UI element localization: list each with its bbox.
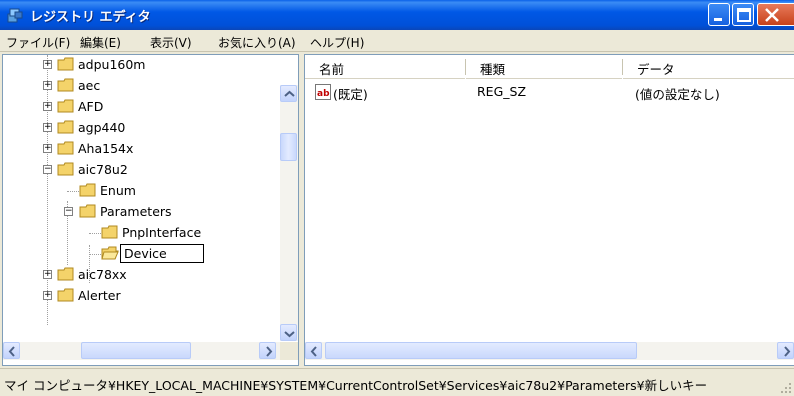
tree-item-aha154x[interactable]: + Aha154x xyxy=(3,139,273,159)
svg-text:ab: ab xyxy=(317,89,330,99)
menu-bar: ファイル(F) 編集(E) 表示(V) お気に入り(A) ヘルプ(H) xyxy=(0,30,794,52)
tree-item-pnpinterface[interactable]: PnpInterface xyxy=(3,223,273,243)
key-tree-pane[interactable]: + adpu160m + aec + AFD + agp440 + Aha154… xyxy=(2,54,299,366)
tree-item-label: AFD xyxy=(78,99,104,114)
status-path: マイ コンピュータ¥HKEY_LOCAL_MACHINE¥SYSTEM¥Curr… xyxy=(4,378,708,393)
chevron-right-icon xyxy=(784,346,791,357)
maximize-button[interactable] xyxy=(732,3,754,26)
folder-icon xyxy=(79,183,96,197)
close-icon xyxy=(765,8,779,22)
expand-icon[interactable]: + xyxy=(43,144,52,153)
folder-icon xyxy=(57,57,74,71)
folder-icon xyxy=(57,162,74,176)
tree-item-label: Aha154x xyxy=(78,141,134,156)
rename-key-input[interactable] xyxy=(120,244,204,263)
column-header-label: 名前 xyxy=(319,62,345,77)
string-value-icon: ab xyxy=(315,84,331,100)
column-header-label: データ xyxy=(637,62,675,77)
scroll-left-button[interactable] xyxy=(3,342,20,359)
tree-item-enum[interactable]: Enum xyxy=(3,181,273,201)
scroll-right-button[interactable] xyxy=(777,342,794,359)
tree-item-label: aec xyxy=(78,78,101,93)
tree-horizontal-scrollbar[interactable] xyxy=(3,342,298,360)
open-folder-icon xyxy=(101,246,119,260)
horizontal-scroll-thumb[interactable] xyxy=(325,342,637,359)
tree-line xyxy=(89,233,101,234)
tree-item-aic78xx[interactable]: + aic78xx xyxy=(3,265,273,285)
tree-item-label: aic78u2 xyxy=(78,162,128,177)
tree-line xyxy=(89,254,101,255)
value-name: (既定) xyxy=(333,87,368,102)
scroll-right-button[interactable] xyxy=(259,342,276,359)
column-header-data[interactable]: データ xyxy=(623,55,794,79)
folder-icon xyxy=(57,99,74,113)
tree-item-label: agp440 xyxy=(78,120,126,135)
horizontal-scroll-thumb[interactable] xyxy=(81,342,191,359)
expand-icon[interactable]: + xyxy=(43,123,52,132)
folder-icon xyxy=(57,78,74,92)
folder-icon xyxy=(79,204,96,218)
collapse-icon[interactable]: − xyxy=(64,207,73,216)
value-data: (値の設定なし) xyxy=(635,87,720,102)
values-list-pane[interactable]: 名前 種類 データ ab (既定) REG_SZ (値の設定なし) xyxy=(304,54,794,366)
maximize-icon xyxy=(737,8,751,22)
expand-icon[interactable]: + xyxy=(43,291,52,300)
window-title: レジストリ エディタ xyxy=(30,10,151,25)
scroll-up-button[interactable] xyxy=(280,85,297,102)
folder-icon xyxy=(57,141,74,155)
tree-item-alerter[interactable]: + Alerter xyxy=(3,286,273,306)
tree-item-label: adpu160m xyxy=(78,57,146,72)
title-bar[interactable]: レジストリ エディタ xyxy=(0,0,794,30)
tree-item-adpu160m[interactable]: + adpu160m xyxy=(3,55,273,75)
collapse-icon[interactable]: − xyxy=(43,165,52,174)
menu-edit[interactable]: 編集(E) xyxy=(80,34,121,51)
tree-vertical-scrollbar[interactable] xyxy=(280,85,298,341)
expand-icon[interactable]: + xyxy=(43,102,52,111)
regedit-icon xyxy=(7,8,23,23)
minimize-button[interactable] xyxy=(708,3,730,26)
expand-icon[interactable]: + xyxy=(43,270,52,279)
tree-item-aic78u2[interactable]: − aic78u2 xyxy=(3,160,273,180)
expand-icon[interactable]: + xyxy=(43,60,52,69)
folder-icon xyxy=(57,288,74,302)
minimize-icon xyxy=(714,18,722,21)
list-horizontal-scrollbar[interactable] xyxy=(305,342,794,360)
scroll-down-button[interactable] xyxy=(280,324,297,341)
status-bar: マイ コンピュータ¥HKEY_LOCAL_MACHINE¥SYSTEM¥Curr… xyxy=(0,368,794,396)
value-type: REG_SZ xyxy=(477,84,527,99)
tree-item-label: aic78xx xyxy=(78,267,127,282)
chevron-left-icon xyxy=(310,346,317,357)
vertical-scroll-thumb[interactable] xyxy=(280,133,297,161)
folder-icon xyxy=(57,120,74,134)
menu-help[interactable]: ヘルプ(H) xyxy=(310,34,364,51)
tree-item-label: Parameters xyxy=(100,204,172,219)
tree-item-afd[interactable]: + AFD xyxy=(3,97,273,117)
tree-item-label: Alerter xyxy=(78,288,121,303)
tree-item-agp440[interactable]: + agp440 xyxy=(3,118,273,138)
tree-line xyxy=(67,191,79,192)
expand-icon[interactable]: + xyxy=(43,81,52,90)
column-header-type[interactable]: 種類 xyxy=(466,55,622,79)
tree-item-aec[interactable]: + aec xyxy=(3,76,273,96)
folder-icon xyxy=(101,225,118,239)
tree-item-label: PnpInterface xyxy=(122,225,202,240)
chevron-up-icon xyxy=(284,90,295,97)
scroll-left-button[interactable] xyxy=(305,342,322,359)
tree-item-parameters[interactable]: − Parameters xyxy=(3,202,273,222)
tree-item-label: Enum xyxy=(100,183,136,198)
resize-grip-icon[interactable] xyxy=(780,382,792,394)
chevron-down-icon xyxy=(284,331,295,338)
column-header-name[interactable]: 名前 xyxy=(305,55,465,79)
menu-file[interactable]: ファイル(F) xyxy=(6,34,70,51)
tree-item-device[interactable] xyxy=(3,244,273,264)
scrollbar-corner xyxy=(280,342,298,360)
chevron-left-icon xyxy=(8,346,15,357)
chevron-right-icon xyxy=(266,346,273,357)
close-button[interactable] xyxy=(757,3,794,26)
menu-view[interactable]: 表示(V) xyxy=(150,34,192,51)
column-header-label: 種類 xyxy=(480,62,506,77)
menu-favorites[interactable]: お気に入り(A) xyxy=(218,34,296,51)
folder-icon xyxy=(57,267,74,281)
